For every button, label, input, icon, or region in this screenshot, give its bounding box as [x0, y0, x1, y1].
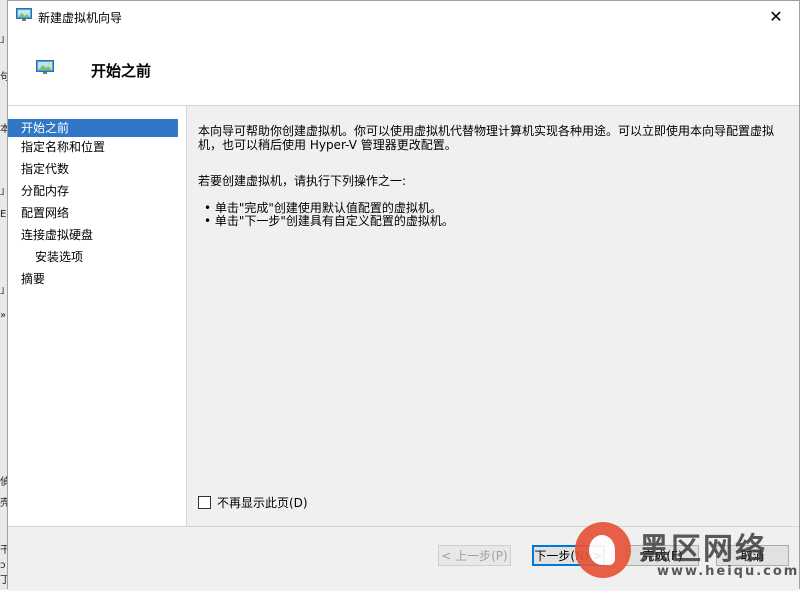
next-button[interactable]: 下一步(N) > [532, 545, 605, 566]
step-item-before-you-begin[interactable]: 开始之前 [8, 119, 178, 137]
virtual-machine-icon [16, 8, 32, 21]
background-text: E [0, 209, 7, 220]
step-item-generation[interactable]: 指定代数 [8, 159, 178, 181]
step-list: 开始之前 指定名称和位置 指定代数 分配内存 配置网络 连接虚拟硬盘 安装选项 … [8, 119, 178, 291]
step-navigation: 开始之前 指定名称和位置 指定代数 分配内存 配置网络 连接虚拟硬盘 安装选项 … [8, 106, 187, 526]
dont-show-again-row[interactable]: 不再显示此页(D) [198, 494, 308, 511]
intro-paragraph: 本向导可帮助你创建虚拟机。你可以使用虚拟机代替物理计算机实现各种用途。可以立即使… [198, 124, 775, 152]
step-item-networking[interactable]: 配置网络 [8, 203, 178, 225]
close-button[interactable]: ✕ [753, 1, 799, 31]
dont-show-again-checkbox[interactable] [198, 496, 211, 509]
page-title: 开始之前 [91, 62, 152, 80]
new-vm-wizard-window: 新建虚拟机向导 ✕ 开始之前 开始之前 指定名称和位置 指定代数 分配内存 配置… [7, 0, 800, 591]
step-item-memory[interactable]: 分配内存 [8, 181, 178, 203]
title-bar[interactable]: 新建虚拟机向导 ✕ [8, 1, 799, 32]
wizard-body: 开始之前 指定名称和位置 指定代数 分配内存 配置网络 连接虚拟硬盘 安装选项 … [8, 106, 799, 526]
window-title: 新建虚拟机向导 [38, 11, 123, 25]
step-content: 本向导可帮助你创建虚拟机。你可以使用虚拟机代替物理计算机实现各种用途。可以立即使… [198, 124, 788, 228]
virtual-machine-icon [36, 60, 54, 74]
option-list-item: • 单击"下一步"创建具有自定义配置的虚拟机。 [204, 214, 454, 228]
step-item-virtual-hard-disk[interactable]: 连接虚拟硬盘 [8, 225, 178, 247]
background-text: » [0, 310, 7, 321]
dont-show-again-label[interactable]: 不再显示此页(D) [217, 494, 308, 511]
step-item-summary[interactable]: 摘要 [8, 269, 178, 291]
step-item-installation-options[interactable]: 安装选项 [8, 247, 178, 269]
cancel-button[interactable]: 取消 [716, 545, 789, 566]
background-text: ɔ [0, 560, 6, 571]
instruction-paragraph: 若要创建虚拟机，请执行下列操作之一: [198, 174, 407, 188]
step-item-name-and-location[interactable]: 指定名称和位置 [8, 137, 178, 159]
option-list: • 单击"完成"创建使用默认值配置的虚拟机。 • 单击"下一步"创建具有自定义配… [198, 202, 788, 228]
finish-button[interactable]: 完成(F) [626, 545, 699, 566]
wizard-header: 开始之前 [8, 32, 799, 106]
wizard-footer: < 上一步(P) 下一步(N) > 完成(F) 取消 [8, 526, 799, 591]
previous-button[interactable]: < 上一步(P) [438, 545, 511, 566]
close-icon: ✕ [769, 6, 783, 26]
